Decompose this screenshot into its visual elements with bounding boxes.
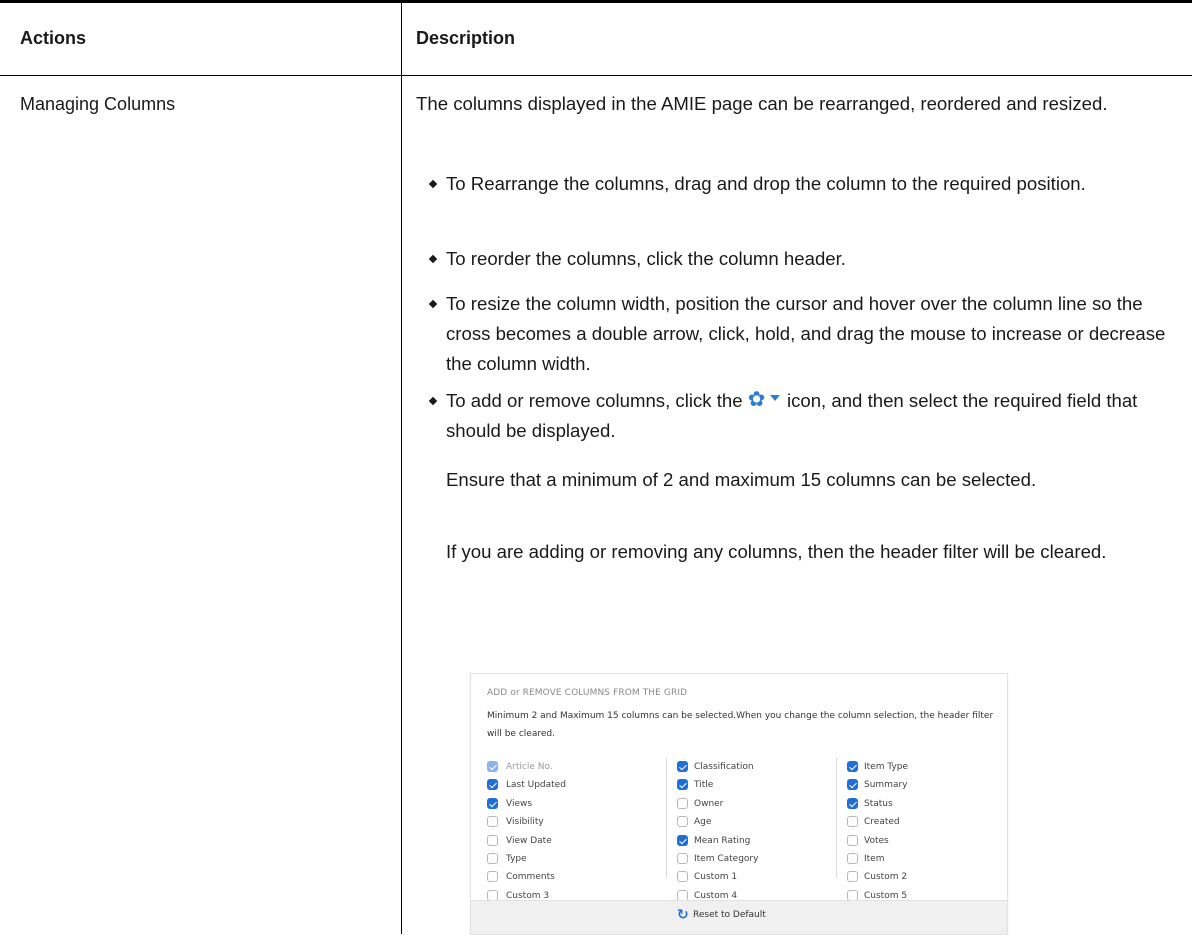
add-remove-text-before: To add or remove columns, click the: [446, 390, 743, 411]
checkbox[interactable]: [487, 761, 498, 772]
option-label: Item: [864, 853, 885, 864]
panel-footer: ↻ Reset to Default: [471, 900, 1007, 934]
checkbox[interactable]: [847, 761, 858, 772]
option-votes[interactable]: Votes: [837, 832, 1007, 850]
reset-icon: ↻: [677, 907, 689, 923]
option-label: Type: [506, 853, 527, 864]
option-status[interactable]: Status: [837, 795, 1007, 813]
option-view-date[interactable]: View Date: [487, 832, 657, 850]
bullet-marker: [428, 396, 438, 406]
bullet-marker: [428, 254, 438, 264]
action-managing-columns: Managing Columns: [20, 94, 176, 114]
option-owner[interactable]: Owner: [667, 795, 837, 813]
column-divider: [401, 3, 402, 934]
options-column-3: Item Type Summary Status Created Votes I…: [836, 758, 1007, 901]
option-label: Visibility: [506, 817, 544, 828]
option-label: Custom 1: [694, 872, 738, 883]
checkbox[interactable]: [847, 852, 858, 864]
option-label: Age: [694, 817, 712, 828]
checkbox[interactable]: [847, 797, 858, 809]
bullet-marker: [428, 299, 438, 309]
option-label: Comments: [506, 872, 555, 883]
option-age[interactable]: Age: [667, 813, 837, 831]
option-item-type[interactable]: Item Type: [837, 758, 1007, 776]
bullet-marker: [428, 179, 438, 189]
column-chooser-panel: ADD or REMOVE COLUMNS FROM THE GRID Mini…: [470, 673, 1008, 935]
checkbox[interactable]: [677, 871, 688, 883]
reset-to-default-button[interactable]: ↻ Reset to Default: [677, 907, 766, 923]
checkbox[interactable]: [677, 834, 688, 846]
option-label: Summary: [864, 780, 908, 791]
header-rule: [0, 75, 1192, 76]
checkbox[interactable]: [487, 797, 498, 809]
option-title[interactable]: Title: [667, 776, 837, 794]
panel-description: Minimum 2 and Maximum 15 columns can be …: [487, 711, 994, 739]
checkbox[interactable]: [487, 871, 498, 883]
checkbox[interactable]: [487, 816, 498, 828]
checkbox[interactable]: [677, 761, 688, 772]
option-views[interactable]: Views: [487, 795, 657, 813]
option-label: Last Updated: [506, 780, 566, 791]
checkbox[interactable]: [677, 816, 688, 828]
panel-title: ADD or REMOVE COLUMNS FROM THE GRID: [487, 688, 688, 698]
option-label: Item Category: [694, 853, 759, 864]
checkbox[interactable]: [487, 834, 498, 846]
checkbox[interactable]: [847, 871, 858, 883]
option-item[interactable]: Item: [837, 850, 1007, 868]
option-label: Classification: [694, 762, 754, 772]
option-label: Votes: [864, 835, 889, 846]
checkbox[interactable]: [677, 797, 688, 809]
option-type[interactable]: Type: [487, 850, 657, 868]
checkbox[interactable]: [677, 779, 688, 791]
option-label: Created: [864, 817, 900, 828]
option-label: Mean Rating: [694, 835, 751, 846]
checkbox[interactable]: [847, 779, 858, 791]
bullet-text: To Rearrange the columns, drag and drop …: [446, 173, 1086, 194]
option-item-category[interactable]: Item Category: [667, 850, 837, 868]
option-created[interactable]: Created: [837, 813, 1007, 831]
checkbox[interactable]: [487, 852, 498, 864]
bullet-text: To reorder the columns, click the column…: [446, 248, 846, 269]
option-label: Owner: [694, 798, 724, 809]
table-top-rule: [0, 0, 1192, 3]
reset-label: Reset to Default: [693, 910, 766, 920]
option-label: Article No.: [506, 762, 553, 772]
option-label: Views: [506, 798, 533, 809]
intro-paragraph: The columns displayed in the AMIE page c…: [416, 93, 1108, 114]
option-label: View Date: [506, 835, 552, 846]
option-visibility[interactable]: Visibility: [487, 813, 657, 831]
gear-dropdown-icon: ✿: [748, 389, 782, 410]
options-column-1: Article No. Last Updated Views Visibilit…: [487, 758, 657, 905]
checkbox[interactable]: [847, 816, 858, 828]
option-classification[interactable]: Classification: [667, 758, 837, 776]
option-comments[interactable]: Comments: [487, 868, 657, 886]
note-header-filter: If you are adding or removing any column…: [446, 541, 1107, 562]
options-column-2: Classification Title Owner Age Mean Rati…: [666, 758, 837, 901]
checkbox[interactable]: [487, 779, 498, 791]
option-label: Status: [864, 798, 893, 809]
option-summary[interactable]: Summary: [837, 776, 1007, 794]
option-mean-rating[interactable]: Mean Rating: [667, 832, 837, 850]
checkbox[interactable]: [677, 852, 688, 864]
bullet-text: To add or remove columns, click the ✿ ic…: [446, 386, 1176, 446]
header-description: Description: [416, 28, 516, 48]
option-article-no[interactable]: Article No.: [487, 758, 657, 776]
checkbox[interactable]: [847, 834, 858, 846]
option-custom-1[interactable]: Custom 1: [667, 868, 837, 886]
option-last-updated[interactable]: Last Updated: [487, 776, 657, 794]
option-custom-2[interactable]: Custom 2: [837, 868, 1007, 886]
option-label: Custom 2: [864, 872, 908, 883]
option-label: Item Type: [864, 762, 909, 772]
header-actions: Actions: [20, 28, 87, 48]
option-label: Title: [694, 780, 714, 791]
note-min-max: Ensure that a minimum of 2 and maximum 1…: [446, 469, 1037, 490]
bullet-text: To resize the column width, position the…: [446, 293, 1166, 374]
